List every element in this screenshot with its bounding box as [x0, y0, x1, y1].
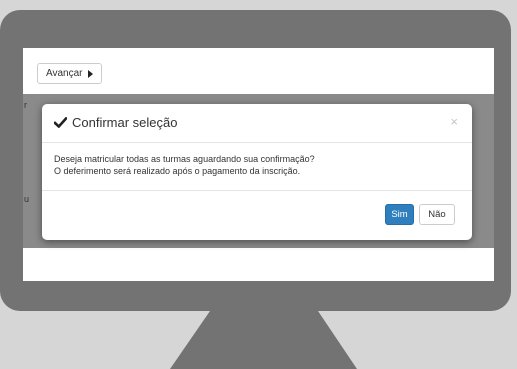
dialog-message-line-2: O deferimento será realizado após o paga… [54, 165, 301, 176]
dialog-title: Confirmar seleção [54, 115, 178, 130]
dialog-header: Confirmar seleção × [42, 104, 472, 143]
checkmark-icon [54, 117, 67, 128]
dialog-message-line-1: Deseja matricular todas as turmas aguard… [54, 154, 315, 164]
dialog-footer: Sim Não [42, 191, 472, 241]
background-text-fragment: u [24, 194, 30, 204]
yes-button[interactable]: Sim [385, 204, 414, 225]
toolbar: Avançar [37, 63, 102, 84]
close-icon[interactable]: × [450, 114, 458, 129]
triangle-right-icon [87, 69, 93, 78]
monitor-frame: Avançar r u Confirmar seleção × Deseja m… [0, 10, 511, 311]
background-text-fragment: r [24, 100, 27, 110]
confirm-dialog: Confirmar seleção × Deseja matricular to… [42, 104, 472, 240]
dialog-body: Deseja matricular todas as turmas aguard… [42, 143, 472, 191]
app-screen: Avançar r u Confirmar seleção × Deseja m… [23, 48, 494, 281]
no-button[interactable]: Não [419, 204, 455, 225]
next-button-label: Avançar [46, 68, 83, 79]
dialog-title-text: Confirmar seleção [72, 115, 178, 130]
next-button[interactable]: Avançar [37, 63, 102, 84]
